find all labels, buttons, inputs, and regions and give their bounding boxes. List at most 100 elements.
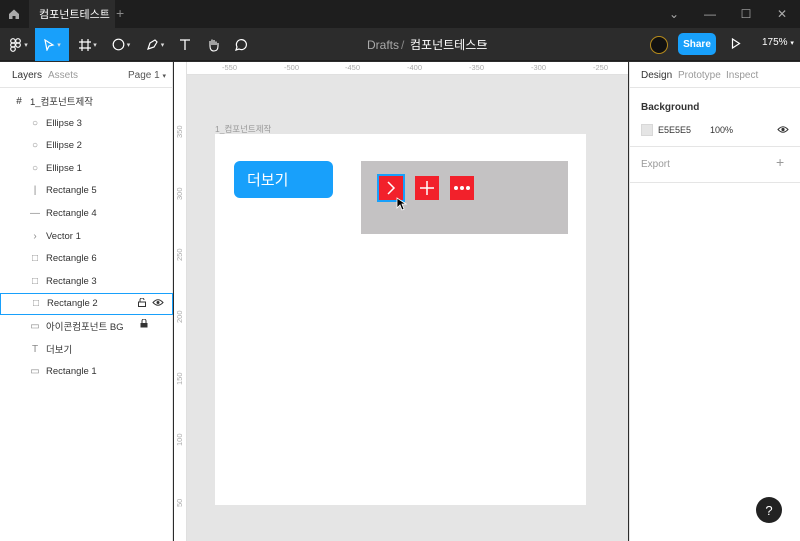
home-button[interactable] — [0, 0, 28, 28]
avatar[interactable] — [650, 36, 668, 54]
ruler-left: 350 300 250 200 150 100 50 — [174, 62, 187, 541]
ruler-tick: 250 — [175, 248, 184, 261]
layer-row[interactable]: □ Rectangle 6 — [0, 248, 173, 270]
background-color-swatch[interactable] — [641, 124, 653, 136]
layers-panel-tabs: Layers Assets Page 1 ▾ — [0, 62, 172, 88]
close-window-button[interactable]: ✕ — [764, 0, 800, 28]
export-section-title: Export — [641, 159, 670, 170]
tab-inspect[interactable]: Inspect — [726, 70, 758, 81]
tab-assets[interactable]: Assets — [48, 70, 78, 81]
canvas[interactable]: -550 -500 -450 -400 -350 -300 -250 350 3… — [174, 62, 628, 541]
ellipsis-icon — [454, 186, 470, 190]
layer-row[interactable]: T 더보기 — [0, 338, 173, 360]
layer-row[interactable]: › Vector 1 — [0, 225, 173, 247]
maximize-button[interactable]: ☐ — [728, 0, 764, 28]
tab-design[interactable]: Design — [641, 70, 672, 81]
layer-type-icon: | — [33, 185, 37, 197]
help-button[interactable]: ? — [756, 497, 782, 523]
page-selector[interactable]: Page 1 ▾ — [128, 70, 166, 81]
chevron-down-icon: ▾ — [162, 73, 166, 80]
layer-actions — [138, 297, 164, 307]
layers-panel: Layers Assets Page 1 ▾ # 1_컴포넌트제작 ○ Ellip… — [0, 62, 173, 541]
properties-tabs: Design Prototype Inspect — [630, 62, 800, 88]
mouse-cursor-icon — [396, 197, 408, 211]
breadcrumb-separator: / — [401, 37, 405, 52]
move-tool[interactable]: ▾ — [35, 28, 69, 61]
layer-type-icon: ○ — [31, 117, 39, 129]
present-play-icon[interactable] — [731, 38, 741, 49]
layer-actions — [140, 319, 148, 328]
layer-name: Rectangle 1 — [46, 366, 97, 378]
new-tab-icon[interactable]: + — [116, 5, 124, 21]
plus-icon-component[interactable] — [415, 176, 439, 200]
share-button[interactable]: Share — [678, 33, 716, 55]
comment-tool[interactable] — [229, 28, 253, 61]
layer-row[interactable]: | Rectangle 5 — [0, 180, 173, 202]
layer-type-icon: ▭ — [30, 320, 40, 332]
divider — [630, 146, 800, 147]
chevron-down-icon: ▾ — [93, 41, 97, 49]
layer-row[interactable]: ○ Ellipse 2 — [0, 135, 173, 157]
ruler-tick: -500 — [284, 63, 300, 72]
ruler-tick: 350 — [175, 125, 184, 138]
pen-tool[interactable]: ▾ — [140, 28, 170, 61]
layer-row[interactable]: ▭ 아이콘컴포넌트 BG — [0, 315, 173, 337]
layer-row[interactable]: ▭ Rectangle 1 — [0, 361, 173, 383]
file-tab[interactable]: 컴포넌트테스트 × — [29, 0, 115, 28]
add-export-button[interactable]: + — [776, 154, 784, 170]
unlock-icon[interactable] — [138, 297, 146, 307]
layer-type-icon: □ — [32, 298, 40, 310]
layer-type-icon: T — [31, 343, 39, 355]
background-section-title: Background — [641, 102, 700, 113]
ruler-top: -550 -500 -450 -400 -350 -300 -250 — [174, 62, 628, 75]
chevron-down-icon: ▾ — [57, 41, 61, 49]
eye-icon[interactable] — [152, 298, 164, 307]
shape-tool[interactable]: ▾ — [106, 28, 136, 61]
layer-row[interactable]: ○ Ellipse 3 — [0, 112, 173, 134]
main-menu-button[interactable]: ▾ — [4, 28, 34, 61]
breadcrumb-drafts[interactable]: Drafts — [367, 28, 399, 61]
layer-name: Ellipse 1 — [46, 162, 82, 174]
chevron-down-icon[interactable]: ⌄ — [656, 0, 692, 28]
layer-type-icon: — — [30, 207, 40, 219]
text-icon — [180, 39, 190, 50]
layer-row[interactable]: □ Rectangle 3 — [0, 270, 173, 292]
background-hex-input[interactable]: E5E5E5 — [658, 125, 691, 135]
layer-frame[interactable]: # 1_컴포넌트제작 — [0, 90, 173, 112]
layer-type-icon: › — [33, 230, 37, 242]
file-name[interactable]: 컴포넌트테스트 — [410, 28, 487, 61]
file-tab-label: 컴포넌트테스트 — [39, 9, 110, 21]
eye-icon[interactable] — [777, 125, 789, 134]
layer-row[interactable]: — Rectangle 4 — [0, 202, 173, 224]
layer-row[interactable]: □ Rectangle 2 — [0, 292, 173, 315]
title-bar: 컴포넌트테스트 × + ⌄ — ☐ ✕ — [0, 0, 800, 28]
tab-layers[interactable]: Layers — [12, 70, 42, 81]
tab-prototype[interactable]: Prototype — [678, 70, 721, 81]
chevron-down-icon: ▾ — [790, 40, 794, 47]
frame-tool[interactable]: ▾ — [74, 28, 102, 61]
layer-row[interactable]: ○ Ellipse 1 — [0, 157, 173, 179]
chevron-down-icon[interactable]: ▾ — [483, 28, 487, 61]
lock-icon[interactable] — [140, 319, 148, 328]
plus-icon — [420, 181, 434, 195]
layer-name: 1_컴포넌트제작 — [30, 97, 94, 108]
background-opacity-input[interactable]: 100% — [710, 125, 733, 135]
more-button-component[interactable]: 더보기 — [234, 161, 333, 198]
ellipsis-icon-component[interactable] — [450, 176, 474, 200]
text-tool[interactable] — [174, 28, 196, 61]
ruler-tick: -450 — [345, 63, 361, 72]
hand-tool[interactable] — [201, 28, 225, 61]
minimize-button[interactable]: — — [692, 0, 728, 28]
ruler-tick: -550 — [222, 63, 238, 72]
figma-app: 컴포넌트테스트 × + ⌄ — ☐ ✕ ▾ ▾ ▾ ▾ ▾ Drafts / 컴… — [0, 0, 800, 541]
comment-icon — [235, 38, 247, 51]
chevron-down-icon: ▾ — [126, 41, 131, 49]
ruler-tick: -300 — [531, 63, 547, 72]
layer-type-icon: □ — [31, 253, 39, 265]
layer-name: Ellipse 3 — [46, 117, 82, 129]
zoom-dropdown[interactable]: 175% ▾ — [762, 37, 794, 48]
tab-close-icon[interactable]: × — [103, 7, 109, 19]
chevron-right-icon — [387, 181, 396, 195]
pen-icon — [146, 39, 158, 50]
chevron-down-icon: ▾ — [24, 41, 28, 49]
